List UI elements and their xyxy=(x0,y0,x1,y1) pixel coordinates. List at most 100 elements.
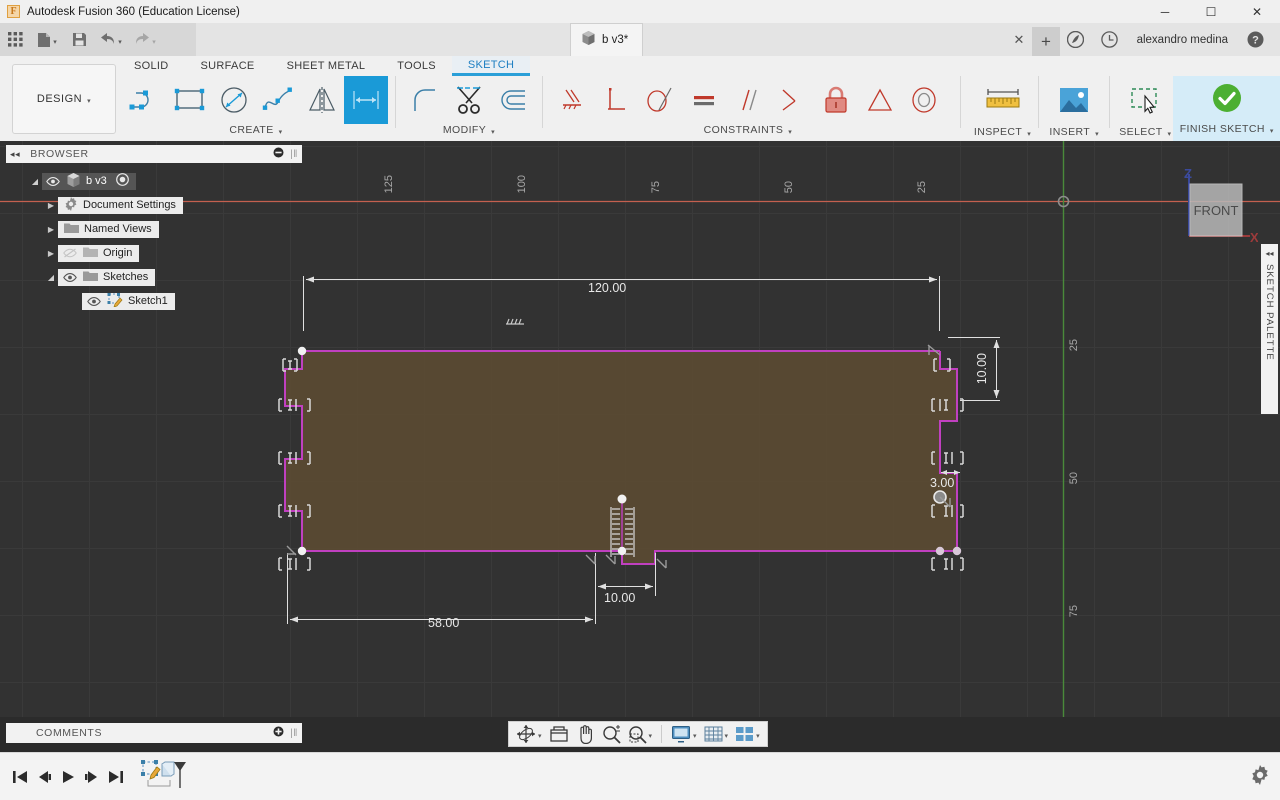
maximize-button[interactable]: ☐ xyxy=(1188,0,1234,23)
new-tab-button[interactable]: + xyxy=(1032,27,1060,56)
zoom-tool-button[interactable] xyxy=(599,722,624,746)
panel-grip-icon[interactable]: |‖ xyxy=(290,149,298,160)
user-name-label[interactable]: alexandro medina xyxy=(1127,34,1238,46)
symmetry-constraint-button[interactable] xyxy=(770,76,814,124)
measure-tool-button[interactable] xyxy=(981,76,1025,124)
tangent-constraint-button[interactable] xyxy=(638,76,682,124)
ribbon-group-modify-label[interactable]: MODIFY ▾ xyxy=(443,124,495,136)
sketch-palette-tab[interactable]: ◂◂ SKETCH PALETTE xyxy=(1261,244,1278,414)
ribbon-tab-surface[interactable]: SURFACE xyxy=(185,56,271,76)
ribbon-group-insert-label[interactable]: INSERT ▾ xyxy=(1049,126,1099,138)
tree-node-named-views[interactable]: ▶ Named Views xyxy=(6,219,302,239)
panel-grip-icon[interactable]: |‖ xyxy=(290,728,298,739)
timeline-play-button[interactable] xyxy=(56,762,80,792)
ribbon-group-insert[interactable]: INSERT ▾ xyxy=(1046,76,1102,141)
trim-tool-button[interactable] xyxy=(447,76,491,124)
ribbon-tab-sketch[interactable]: SKETCH xyxy=(451,56,531,76)
mirror-tool-button[interactable] xyxy=(300,76,344,124)
chevron-down-icon[interactable]: ▾ xyxy=(53,38,57,46)
timeline-settings-gear-icon[interactable] xyxy=(1250,765,1270,790)
expand-arrow-icon[interactable]: ◢ xyxy=(44,273,58,282)
lock-icon[interactable] xyxy=(814,76,858,124)
document-tab[interactable]: b v3* xyxy=(570,23,644,56)
ribbon-group-select[interactable]: SELECT ▾ xyxy=(1117,76,1173,141)
timeline-sketch-feature[interactable] xyxy=(140,759,188,794)
circle-minus-icon[interactable] xyxy=(273,147,284,161)
redo-icon[interactable]: ▾ xyxy=(128,23,162,56)
chevron-down-icon[interactable]: ▾ xyxy=(725,732,729,740)
viewports-button[interactable]: ▾ xyxy=(732,722,763,746)
tree-node-sketches-pill[interactable]: Sketches xyxy=(58,268,156,286)
help-icon[interactable]: ? xyxy=(1238,23,1272,56)
tree-node-document-settings-pill[interactable]: Document Settings xyxy=(58,196,183,214)
insert-image-tool-button[interactable] xyxy=(1052,76,1096,124)
fillet-tool-button[interactable] xyxy=(403,76,447,124)
expand-arrow-icon[interactable]: ◢ xyxy=(28,177,42,186)
tree-node-origin-pill[interactable]: Origin xyxy=(58,244,140,262)
rectangle-tool-button[interactable] xyxy=(168,76,212,124)
save-icon[interactable] xyxy=(64,23,94,56)
orbit-tool-button[interactable]: ▾ xyxy=(513,722,545,746)
ribbon-tab-solid[interactable]: SOLID xyxy=(118,56,185,76)
select-tool-button[interactable] xyxy=(1123,76,1167,124)
comments-panel[interactable]: COMMENTS |‖ xyxy=(6,723,302,743)
line-tool-button[interactable] xyxy=(124,76,168,124)
expand-arrow-icon[interactable]: ▶ xyxy=(44,201,58,210)
activate-component-radio[interactable] xyxy=(115,173,129,189)
circle-tool-button[interactable] xyxy=(212,76,256,124)
parallel-constraint-button[interactable] xyxy=(726,76,770,124)
expand-arrow-icon[interactable]: ▶ xyxy=(44,225,58,234)
visibility-eye-off-icon[interactable] xyxy=(62,248,78,258)
ribbon-group-inspect[interactable]: INSPECT ▾ xyxy=(974,76,1031,141)
finish-sketch-button[interactable]: FINISH SKETCH ▾ xyxy=(1173,76,1280,141)
clock-icon[interactable] xyxy=(1093,23,1127,56)
ribbon-group-constraints-label[interactable]: CONSTRAINTS ▾ xyxy=(704,124,793,136)
display-settings-button[interactable]: ▾ xyxy=(668,722,700,746)
ribbon-tab-tools[interactable]: TOOLS xyxy=(381,56,452,76)
tree-node-document-settings[interactable]: ▶ Document Settings xyxy=(6,195,302,215)
ribbon-group-inspect-label[interactable]: INSPECT ▾ xyxy=(974,126,1031,138)
concentric-constraint-button[interactable] xyxy=(902,76,946,124)
new-document-icon[interactable]: ▾ xyxy=(30,23,64,56)
ribbon-group-select-label[interactable]: SELECT ▾ xyxy=(1119,126,1171,138)
timeline-go-to-beginning-button[interactable] xyxy=(8,762,32,792)
collapse-left-icon[interactable]: ◂◂ xyxy=(1265,249,1273,258)
undo-icon[interactable]: ▾ xyxy=(94,23,128,56)
app-grid-icon[interactable] xyxy=(0,23,30,56)
tree-node-sketch1-pill[interactable]: Sketch1 xyxy=(82,292,175,310)
timeline-step-back-button[interactable] xyxy=(32,762,56,792)
width-dimension-label[interactable]: 120.00 xyxy=(588,281,626,295)
spline-tool-button[interactable] xyxy=(256,76,300,124)
right-height-dimension-label[interactable]: 10.00 xyxy=(975,353,989,384)
pan-tool-button[interactable] xyxy=(573,722,598,746)
chevron-down-icon[interactable]: ▾ xyxy=(538,732,542,740)
tree-node-sketches[interactable]: ◢ Sketches xyxy=(6,267,302,287)
base-offset-dimension-label[interactable]: 58.00 xyxy=(428,616,459,630)
tree-node-sketch1[interactable]: Sketch1 xyxy=(6,291,302,311)
tree-node-named-views-pill[interactable]: Named Views xyxy=(58,220,159,238)
chevron-down-icon[interactable]: ▾ xyxy=(152,38,156,46)
notch-width-dimension-label[interactable]: 10.00 xyxy=(604,591,635,605)
minimize-button[interactable]: ─ xyxy=(1142,0,1188,23)
tree-node-root-pill[interactable]: b v3 xyxy=(42,172,136,190)
step-width-dimension-label[interactable]: 3.00 xyxy=(930,476,954,490)
tree-node-origin[interactable]: ▶ Origin xyxy=(6,243,302,263)
close-button[interactable]: ✕ xyxy=(1234,0,1280,23)
ribbon-group-create-label[interactable]: CREATE ▾ xyxy=(229,124,282,136)
collapse-left-icon[interactable]: ◂◂ xyxy=(10,149,20,160)
equal-constraint-button[interactable] xyxy=(682,76,726,124)
offset-tool-button[interactable] xyxy=(491,76,535,124)
midpoint-constraint-button[interactable] xyxy=(858,76,902,124)
chevron-down-icon[interactable]: ▾ xyxy=(649,732,653,740)
document-tab-close-button[interactable]: ✕ xyxy=(1008,23,1030,56)
visibility-eye-icon[interactable] xyxy=(86,296,102,306)
chevron-down-icon[interactable]: ▾ xyxy=(756,732,760,740)
expand-arrow-icon[interactable]: ▶ xyxy=(44,249,58,258)
timeline-go-to-end-button[interactable] xyxy=(104,762,128,792)
rectangular-pattern-tool-button[interactable] xyxy=(344,76,388,124)
zoom-window-button[interactable]: ▾ xyxy=(625,722,656,746)
circle-plus-icon[interactable] xyxy=(273,726,284,740)
chevron-down-icon[interactable]: ▾ xyxy=(693,732,697,740)
fix-constraint-button[interactable] xyxy=(550,76,594,124)
perpendicular-constraint-button[interactable] xyxy=(594,76,638,124)
